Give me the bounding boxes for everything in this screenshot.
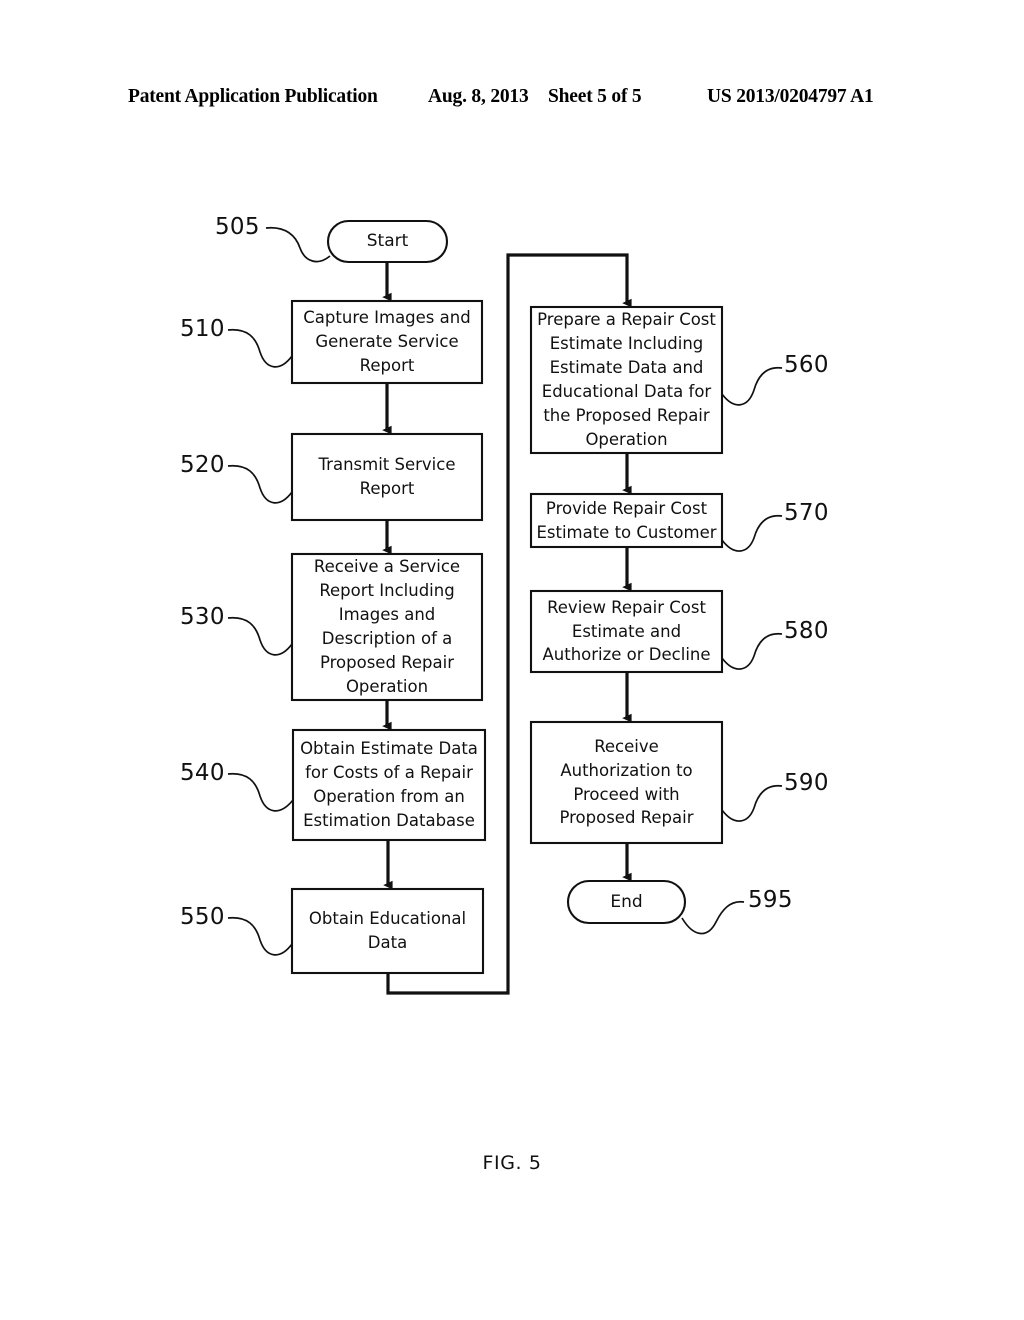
leader-line-540 [227, 772, 294, 812]
ref-numeral-570: 570 [784, 500, 829, 526]
figure-caption: FIG. 5 [482, 1152, 542, 1174]
leader-line-590 [721, 784, 783, 822]
ref-numeral-520: 520 [180, 452, 225, 478]
leader-line-505 [265, 226, 331, 263]
node-570-shape [529, 492, 724, 549]
leader-line-550 [227, 916, 293, 956]
leader-line-570 [721, 514, 783, 552]
flowchart-figure [0, 0, 1024, 1320]
leader-line-595 [681, 900, 745, 935]
node-580-shape [529, 589, 724, 674]
ref-numeral-550: 550 [180, 904, 225, 930]
node-540-shape [291, 728, 487, 842]
node-520-shape [290, 432, 484, 522]
ref-numeral-530: 530 [180, 604, 225, 630]
ref-numeral-505: 505 [215, 214, 260, 240]
ref-numeral-510: 510 [180, 316, 225, 342]
flowchart-svg [227, 219, 783, 995]
ref-numeral-560: 560 [784, 352, 829, 378]
leader-line-530 [227, 616, 293, 656]
node-530-shape [290, 552, 484, 702]
node-550-shape [290, 887, 485, 975]
leader-line-520 [227, 464, 293, 504]
node-510-shape [290, 299, 484, 385]
leader-line-560 [721, 366, 783, 406]
ref-numeral-590: 590 [784, 770, 829, 796]
leader-line-510 [227, 328, 293, 368]
ref-numeral-580: 580 [784, 618, 829, 644]
start-terminator-shape [326, 219, 449, 264]
node-590-shape [529, 720, 724, 845]
ref-numeral-595: 595 [748, 887, 793, 913]
node-560-shape [529, 305, 724, 455]
end-terminator-shape [566, 879, 687, 925]
ref-numeral-540: 540 [180, 760, 225, 786]
leader-line-580 [721, 632, 783, 670]
